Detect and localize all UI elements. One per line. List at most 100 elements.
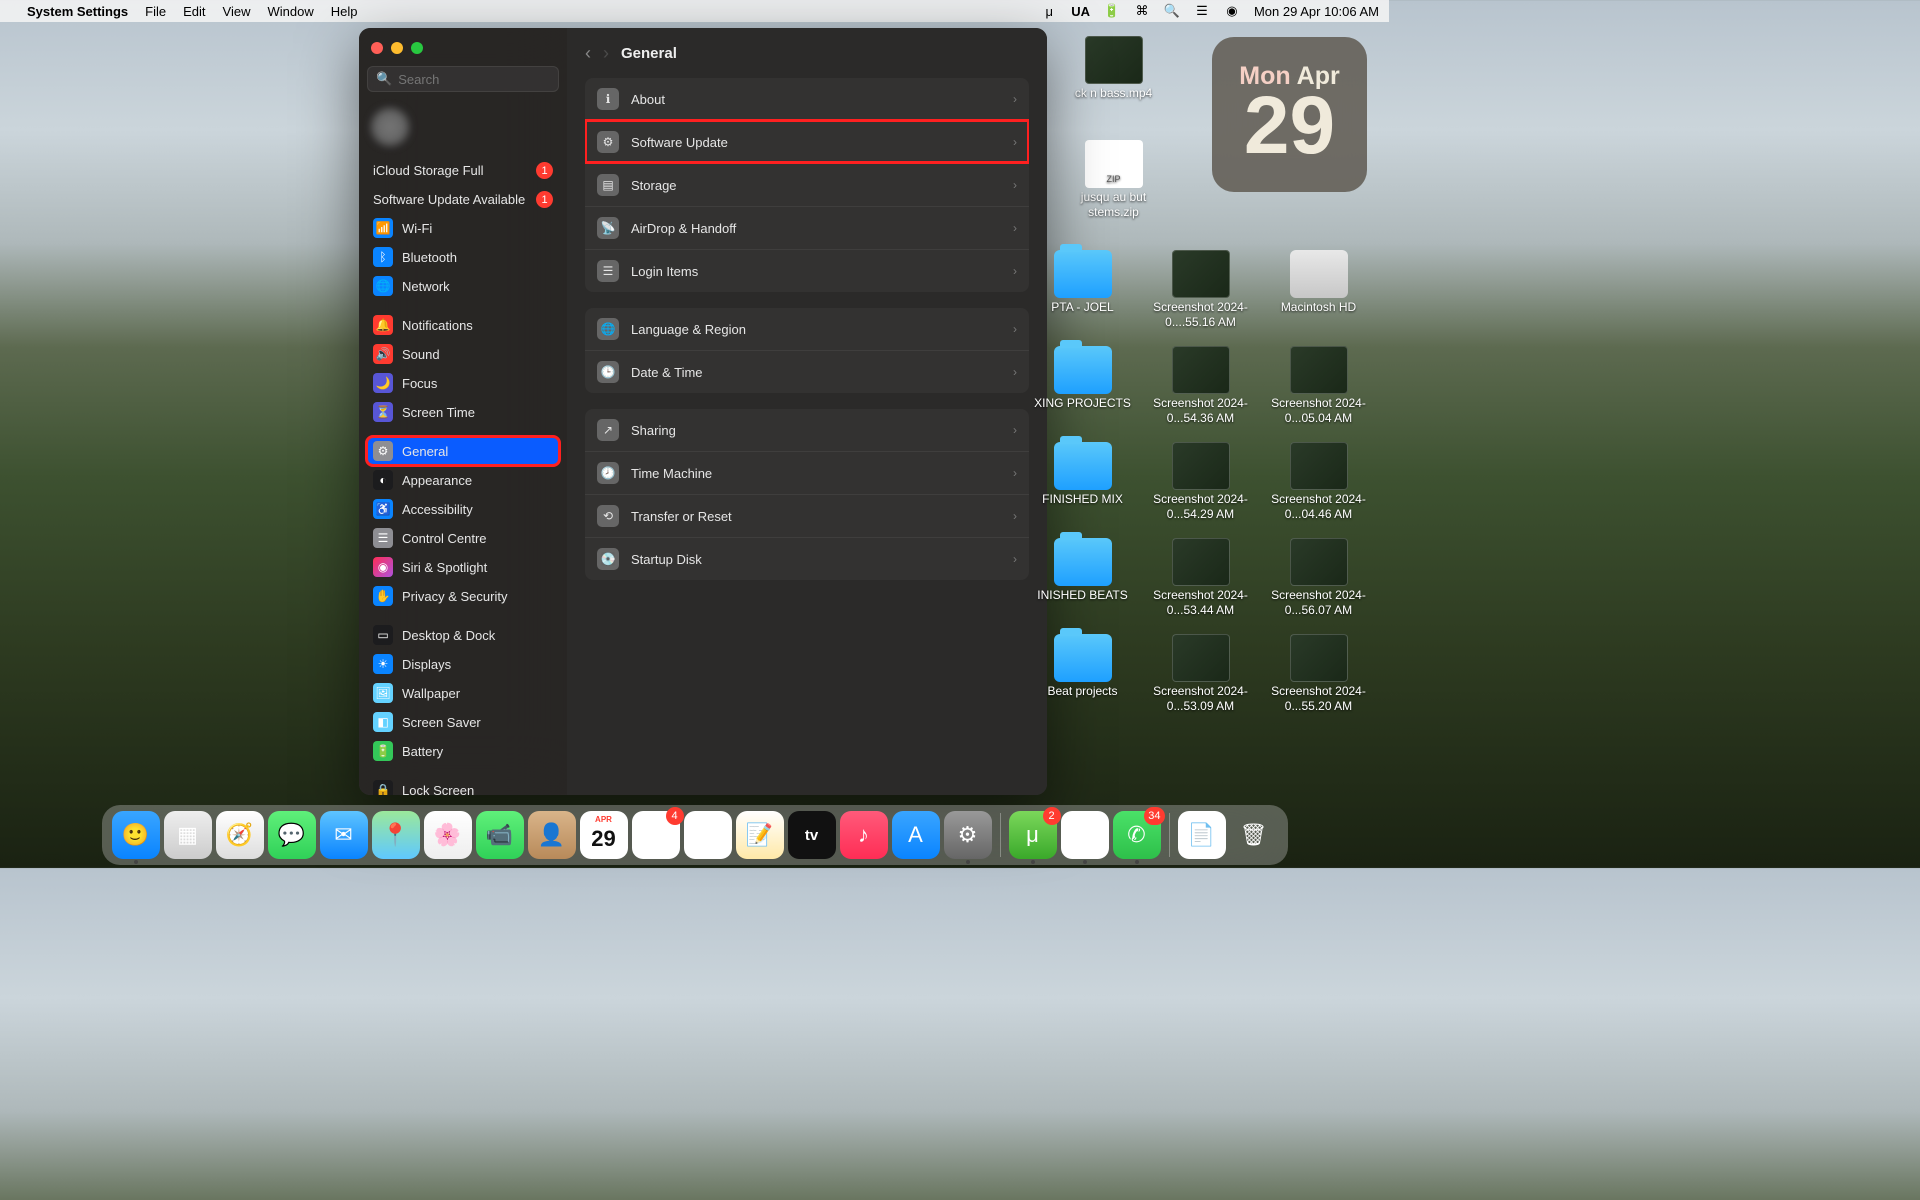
dock-finder[interactable]: 🙂 [112,811,160,859]
sidebar-item-lock-screen[interactable]: 🔒Lock Screen [367,776,559,795]
dock-contacts[interactable]: 👤 [528,811,576,859]
close-button[interactable] [371,42,383,54]
settings-row-software-update[interactable]: ⚙Software Update› [585,120,1029,163]
desktop-item[interactable]: Screenshot 2024-0...56.07 AM [1261,538,1376,618]
dock-tv[interactable]: tv [788,811,836,859]
search-input[interactable] [398,72,550,87]
row-icon: 🕒 [597,361,619,383]
desktop-item[interactable]: INISHED BEATS [1025,538,1140,618]
desktop-item[interactable]: XING PROJECTS [1025,346,1140,426]
desktop-item[interactable]: Screenshot 2024-0...54.29 AM [1143,442,1258,522]
sidebar-alert[interactable]: Software Update Available1 [367,185,559,214]
desktop-item[interactable]: ck n bass.mp4 [1056,36,1171,101]
calendar-widget[interactable]: Mon Apr 29 [1212,37,1367,192]
desktop-item[interactable]: Screenshot 2024-0....55.16 AM [1143,250,1258,330]
sidebar-item-desktop-dock[interactable]: ▭Desktop & Dock [367,621,559,649]
sidebar-item-siri-spotlight[interactable]: ◉Siri & Spotlight [367,553,559,581]
desktop-item[interactable]: Screenshot 2024-0...53.44 AM [1143,538,1258,618]
sidebar-item-accessibility[interactable]: ♿Accessibility [367,495,559,523]
dock-maps[interactable]: 📍 [372,811,420,859]
dock-photos[interactable]: 🌸 [424,811,472,859]
sidebar-item-displays[interactable]: ☀Displays [367,650,559,678]
dock-launchpad[interactable]: ▦ [164,811,212,859]
desktop-item[interactable]: Beat projects [1025,634,1140,714]
menubar-clock[interactable]: Mon 29 Apr 10:06 AM [1254,4,1379,19]
settings-row-language-region[interactable]: 🌐Language & Region› [585,308,1029,350]
dock-calendar[interactable]: APR29 [580,811,628,859]
dock-whatsapp[interactable]: ✆34 [1113,811,1161,859]
dock-utorrent[interactable]: μ2 [1009,811,1057,859]
menu-help[interactable]: Help [331,4,358,19]
menu-view[interactable]: View [223,4,251,19]
sidebar-item-wi-fi[interactable]: 📶Wi-Fi [367,214,559,242]
alert-badge: 1 [536,191,553,208]
back-button[interactable]: ‹ [585,43,591,64]
dock-safari[interactable]: 🧭 [216,811,264,859]
desktop-item[interactable]: Screenshot 2024-0...53.09 AM [1143,634,1258,714]
desktop-item[interactable]: PTA - JOEL [1025,250,1140,330]
apple-id-row[interactable] [367,102,559,156]
settings-row-about[interactable]: ℹAbout› [585,78,1029,120]
siri-icon[interactable]: ◉ [1224,3,1240,19]
dock-mail[interactable]: ✉ [320,811,368,859]
dock-settings[interactable]: ⚙ [944,811,992,859]
desktop-item[interactable]: Screenshot 2024-0...05.04 AM [1261,346,1376,426]
input-source[interactable]: UA [1071,4,1090,19]
battery-icon[interactable]: 🔋 [1104,3,1120,19]
minimize-button[interactable] [391,42,403,54]
desktop-item[interactable]: FINISHED MIX [1025,442,1140,522]
settings-row-login-items[interactable]: ☰Login Items› [585,249,1029,292]
settings-row-transfer-or-reset[interactable]: ⟲Transfer or Reset› [585,494,1029,537]
sidebar-item-screen-time[interactable]: ⏳Screen Time [367,398,559,426]
utorrent-menuextra-icon[interactable]: μ [1041,3,1057,19]
settings-row-date-time[interactable]: 🕒Date & Time› [585,350,1029,393]
sidebar-item-notifications[interactable]: 🔔Notifications [367,311,559,339]
dock-appstore[interactable]: A [892,811,940,859]
dock-chrome[interactable]: ◉ [1061,811,1109,859]
desktop-item[interactable]: Macintosh HD [1261,250,1376,330]
settings-row-sharing[interactable]: ↗Sharing› [585,409,1029,451]
sidebar-item-network[interactable]: 🌐Network [367,272,559,300]
dock-music[interactable]: ♪ [840,811,888,859]
sidebar-item-control-centre[interactable]: ☰Control Centre [367,524,559,552]
sidebar-alert[interactable]: iCloud Storage Full1 [367,156,559,185]
sidebar-item-label: Screen Time [402,405,475,420]
desktop-item-label: Beat projects [1047,684,1117,699]
menu-file[interactable]: File [145,4,166,19]
forward-button[interactable]: › [603,43,609,64]
dock-document[interactable]: 📄 [1178,811,1226,859]
sidebar-item-sound[interactable]: 🔊Sound [367,340,559,368]
menu-window[interactable]: Window [267,4,313,19]
zoom-button[interactable] [411,42,423,54]
spotlight-icon[interactable]: 🔍 [1164,3,1180,19]
sidebar-item-wallpaper[interactable]: 🖼Wallpaper [367,679,559,707]
settings-row-storage[interactable]: ▤Storage› [585,163,1029,206]
desktop-item[interactable]: Screenshot 2024-0...04.46 AM [1261,442,1376,522]
settings-row-startup-disk[interactable]: 💽Startup Disk› [585,537,1029,580]
row-label: Date & Time [631,365,703,380]
desktop-item[interactable]: Screenshot 2024-0...55.20 AM [1261,634,1376,714]
link-icon[interactable]: ⌘ [1134,3,1150,19]
sidebar-item-label: Displays [402,657,451,672]
search-field[interactable]: 🔍 [367,66,559,92]
desktop-item[interactable]: Screenshot 2024-0...54.36 AM [1143,346,1258,426]
desktop-item[interactable]: jusqu au but stems.zip [1056,140,1171,220]
menu-edit[interactable]: Edit [183,4,205,19]
dock-facetime[interactable]: 📹 [476,811,524,859]
dock-reminders[interactable]: ☰4 [632,811,680,859]
sidebar-item-bluetooth[interactable]: ᛒBluetooth [367,243,559,271]
sidebar-item-general[interactable]: ⚙General [367,437,559,465]
sidebar-item-focus[interactable]: 🌙Focus [367,369,559,397]
sidebar-item-privacy-security[interactable]: ✋Privacy & Security [367,582,559,610]
app-menu[interactable]: System Settings [27,4,128,19]
control-center-icon[interactable]: ☰ [1194,3,1210,19]
sidebar-item-battery[interactable]: 🔋Battery [367,737,559,765]
sidebar-item-screen-saver[interactable]: ◧Screen Saver [367,708,559,736]
dock-freeform[interactable]: 〰 [684,811,732,859]
dock-messages[interactable]: 💬 [268,811,316,859]
settings-row-airdrop-handoff[interactable]: 📡AirDrop & Handoff› [585,206,1029,249]
dock-trash[interactable]: 🗑 [1230,811,1278,859]
dock-notes[interactable]: 📝 [736,811,784,859]
sidebar-item-appearance[interactable]: ◐Appearance [367,466,559,494]
settings-row-time-machine[interactable]: 🕗Time Machine› [585,451,1029,494]
